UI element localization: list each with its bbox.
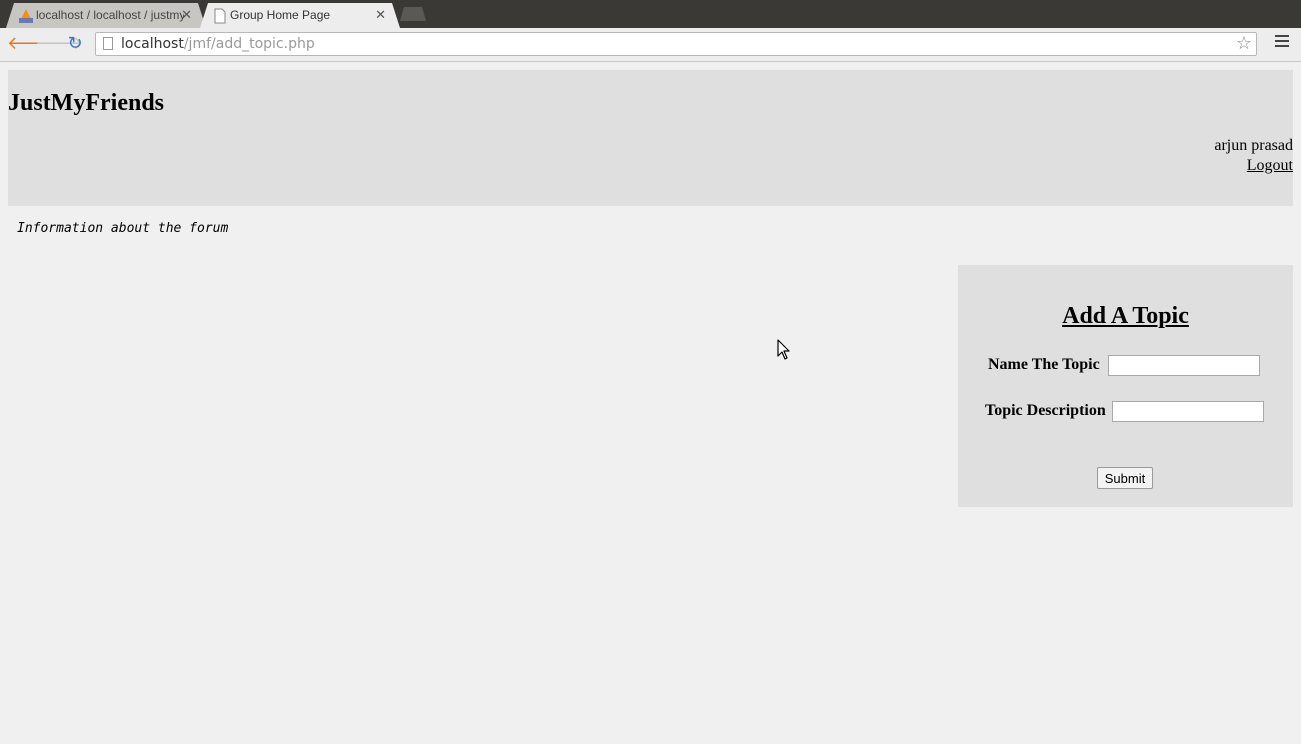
tab-title: Group Home Page — [230, 8, 331, 22]
phpmyadmin-icon — [19, 9, 33, 23]
forum-info: Information about the forum — [17, 221, 229, 236]
url-host: localhost — [121, 36, 184, 52]
address-bar[interactable]: localhost/jmf/add_topic.php ☆ — [95, 32, 1257, 56]
url-path: /jmf/add_topic.php — [183, 36, 315, 52]
back-arrow-icon[interactable]: 🡐 — [7, 34, 55, 54]
page-icon — [103, 37, 113, 50]
reload-icon[interactable]: ↻ — [64, 34, 86, 54]
topic-name-label: Name The Topic — [988, 356, 1100, 373]
tab-title: localhost / localhost / justmyfriends — [36, 8, 184, 22]
browser-tabstrip: localhost / localhost / justmyfriends ✕ … — [0, 0, 1301, 28]
submit-button[interactable]: Submit — [1097, 467, 1153, 489]
mouse-pointer-icon — [777, 339, 790, 360]
close-icon[interactable]: ✕ — [181, 7, 192, 23]
topic-description-input[interactable] — [1112, 401, 1264, 422]
site-header: JustMyFriends arjun prasad Logout — [8, 70, 1293, 206]
user-name: arjun prasad — [1214, 137, 1293, 154]
panel-title: Add A Topic — [1062, 303, 1189, 329]
site-title: JustMyFriends — [8, 90, 164, 116]
forward-arrow-icon[interactable]: 🡒 — [35, 34, 83, 54]
close-icon[interactable]: ✕ — [375, 7, 386, 23]
url-text: localhost/jmf/add_topic.php — [121, 33, 315, 55]
add-topic-panel: Add A Topic Name The Topic Topic Descrip… — [958, 265, 1293, 507]
browser-tab-phpmyadmin[interactable]: localhost / localhost / justmyfriends ✕ — [6, 3, 206, 28]
topic-name-input[interactable] — [1108, 355, 1260, 376]
logout-link[interactable]: Logout — [1247, 157, 1293, 175]
bookmark-star-icon[interactable]: ☆ — [1236, 33, 1252, 55]
browser-toolbar: 🡐 🡒 ↻ localhost/jmf/add_topic.php ☆ — [0, 28, 1301, 62]
topic-description-label: Topic Description — [985, 402, 1106, 419]
menu-icon[interactable] — [1275, 35, 1289, 50]
new-tab-button[interactable] — [400, 7, 426, 21]
page-icon — [214, 8, 226, 24]
browser-tab-group-home[interactable]: Group Home Page ✕ — [200, 3, 400, 28]
